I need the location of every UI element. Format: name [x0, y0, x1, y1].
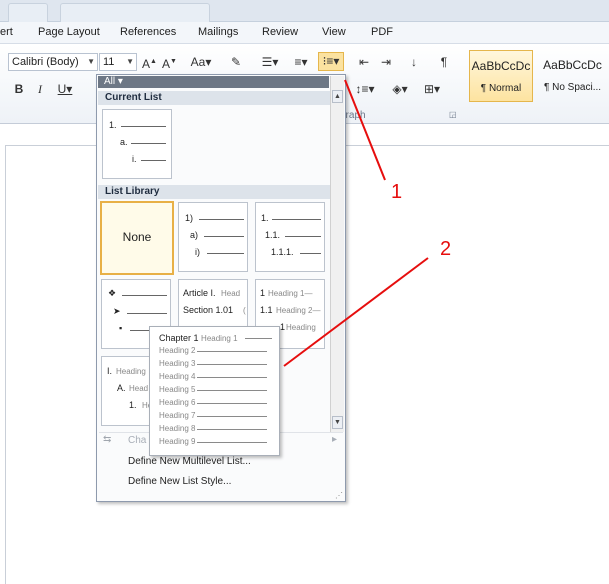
style-no-spacing[interactable]: AaBbCcDc ¶ No Spaci...	[536, 50, 609, 102]
annotation-label-2: 2	[440, 238, 452, 260]
window-tab[interactable]	[8, 3, 48, 22]
heading-tag: (	[243, 306, 246, 315]
decrease-indent-icon[interactable]: ⇤	[356, 54, 372, 70]
tooltip-level-5: Heading 5	[159, 385, 196, 394]
tooltip-level-3: Heading 3	[159, 359, 196, 368]
level-number: Chapter 1	[159, 333, 199, 343]
level-label: 1	[260, 288, 266, 298]
level-label: 1.1.1.	[271, 247, 294, 257]
tab-insert[interactable]: ert	[0, 26, 13, 38]
list-preview-tooltip: Chapter 1 Heading 1 Heading 2 Heading 3 …	[149, 326, 280, 456]
gallery-filter[interactable]: All ▾	[98, 76, 329, 88]
font-name-box[interactable]: Calibri (Body) ▼	[8, 53, 98, 71]
level-label: i.	[132, 154, 137, 164]
multilevel-list-icon[interactable]: ⁝≡▾	[318, 52, 344, 71]
current-list-tile[interactable]: 1. a. i.	[102, 109, 172, 179]
font-size-value: 11	[103, 56, 115, 68]
gallery-scrollbar[interactable]: ▲ ▼	[330, 76, 344, 432]
style-preview: AaBbCcDc	[543, 58, 602, 72]
level-label: 1.	[129, 400, 137, 410]
level-label: 1)	[185, 213, 194, 223]
level-label: A.	[117, 383, 126, 393]
grow-font-icon[interactable]: A▲	[142, 54, 157, 72]
style-normal[interactable]: AaBbCcDc ¶ Normal	[469, 50, 533, 102]
heading-tag: Heading	[116, 367, 146, 376]
underline-icon[interactable]: U▾	[55, 81, 75, 97]
define-new-multilevel-list-item[interactable]: Define New Multilevel List...	[128, 456, 251, 467]
level-label: Section 1.01	[183, 305, 234, 315]
sort-icon[interactable]: ↓	[406, 54, 422, 70]
tooltip-level-1: Chapter 1 Heading 1	[159, 333, 238, 343]
clear-formatting-icon[interactable]: ✎	[228, 54, 244, 70]
list-style-numbered[interactable]: 1) a) i)	[178, 202, 248, 272]
tooltip-level-4: Heading 4	[159, 372, 196, 381]
numbering-icon[interactable]: ≡▾	[288, 54, 314, 70]
change-level-icon: ⇆	[103, 434, 112, 445]
annotation-label-1: 1	[391, 181, 403, 203]
level-label: 1.1.	[265, 230, 281, 240]
tooltip-level-8: Heading 8	[159, 424, 196, 433]
list-style-none[interactable]: None	[100, 201, 174, 275]
bullets-icon[interactable]: ☰▾	[258, 54, 282, 70]
square-bullet-icon: ▪	[119, 323, 123, 333]
tab-page-layout[interactable]: Page Layout	[38, 26, 100, 38]
scroll-down-icon[interactable]: ▼	[332, 416, 343, 429]
scroll-up-icon[interactable]: ▲	[332, 90, 343, 103]
heading-tag: Head	[129, 384, 149, 393]
style-preview: AaBbCcDc	[471, 59, 531, 73]
ribbon-tabs: ert Page Layout References Mailings Revi…	[0, 22, 609, 44]
heading-tag: Heading 2—	[276, 306, 321, 315]
title-bar	[0, 0, 609, 22]
shading-icon[interactable]: ◈▾	[388, 81, 412, 97]
level-label: 1	[280, 322, 286, 332]
heading-tag: Heading	[286, 323, 316, 332]
resize-grip-icon[interactable]: ⋰	[335, 491, 343, 500]
window-tab-document[interactable]	[60, 3, 210, 22]
level-label: Article I.	[183, 288, 216, 298]
define-new-list-style-item[interactable]: Define New List Style...	[128, 476, 231, 487]
diamond-bullet-icon: ❖	[108, 288, 117, 298]
tooltip-level-2: Heading 2	[159, 346, 196, 355]
level-label: I.	[107, 366, 113, 376]
shrink-font-icon[interactable]: A▼	[162, 54, 177, 72]
chevron-down-icon: ▼	[126, 57, 134, 66]
dialog-launcher-icon[interactable]: ◲	[449, 110, 457, 119]
level-label: a)	[190, 230, 199, 240]
change-list-level-item[interactable]: Cha	[128, 435, 146, 446]
tab-review[interactable]: Review	[262, 26, 298, 38]
font-size-box[interactable]: 11 ▼	[99, 53, 137, 71]
tab-pdf[interactable]: PDF	[371, 26, 393, 38]
borders-icon[interactable]: ⊞▾	[420, 81, 444, 97]
font-name-value: Calibri (Body)	[12, 56, 79, 68]
tab-mailings[interactable]: Mailings	[198, 26, 238, 38]
line-spacing-icon[interactable]: ↕≡▾	[354, 81, 376, 97]
tab-references[interactable]: References	[120, 26, 176, 38]
heading-tag: Head	[221, 289, 241, 298]
current-list-header: Current List	[98, 91, 330, 105]
increase-indent-icon[interactable]: ⇥	[378, 54, 394, 70]
level-label: 1.1	[260, 305, 273, 315]
italic-icon[interactable]: I	[33, 81, 47, 97]
none-label: None	[122, 230, 152, 244]
level-label: a.	[120, 137, 128, 147]
tab-view[interactable]: View	[322, 26, 346, 38]
tooltip-level-6: Heading 6	[159, 398, 196, 407]
style-name: ¶ Normal	[480, 83, 522, 94]
list-style-legal[interactable]: 1. 1.1. 1.1.1.	[255, 202, 325, 272]
level-label: 1.	[109, 120, 117, 130]
bold-icon[interactable]: B	[12, 81, 26, 97]
chevron-down-icon: ▼	[87, 57, 95, 66]
level-label: i)	[195, 247, 200, 257]
arrow-bullet-icon: ➤	[113, 306, 121, 316]
style-name: ¶ No Spaci...	[543, 82, 602, 93]
level-label: 1.	[261, 213, 269, 223]
chevron-right-icon: ▸	[332, 434, 338, 445]
heading-tag: Heading 1	[201, 334, 238, 343]
tooltip-level-7: Heading 7	[159, 411, 196, 420]
show-formatting-icon[interactable]: ¶	[436, 54, 452, 70]
list-library-header: List Library	[98, 185, 330, 199]
tooltip-level-9: Heading 9	[159, 437, 196, 446]
heading-tag: Heading 1—	[268, 289, 313, 298]
change-case-icon[interactable]: Aa▾	[190, 54, 212, 70]
